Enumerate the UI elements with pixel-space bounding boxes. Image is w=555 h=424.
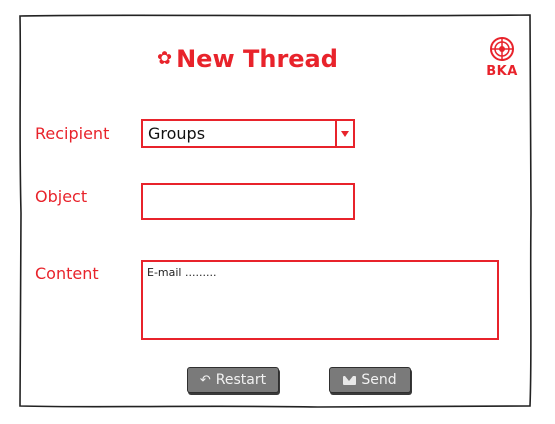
envelope-icon xyxy=(343,375,357,385)
send-button[interactable]: Send xyxy=(329,367,411,393)
globe-icon xyxy=(490,37,514,61)
bird-icon: ✿ xyxy=(157,48,173,69)
bka-logo: BKA xyxy=(482,36,522,84)
object-input[interactable] xyxy=(141,183,355,220)
recipient-select[interactable]: Groups xyxy=(141,119,355,148)
object-label: Object xyxy=(35,187,88,206)
page-title: New Thread xyxy=(176,45,338,73)
content-label: Content xyxy=(35,264,99,283)
logo-text: BKA xyxy=(486,64,518,79)
restart-button[interactable]: ↶ Restart xyxy=(187,367,279,393)
restart-button-label: Restart xyxy=(215,372,267,388)
dropdown-toggle[interactable] xyxy=(335,121,353,146)
send-button-label: Send xyxy=(361,372,397,388)
recipient-label: Recipient xyxy=(35,124,110,143)
recipient-selected-value: Groups xyxy=(148,124,206,143)
content-textarea[interactable]: E-mail ......... xyxy=(141,260,499,340)
page-title-group: ✿ New Thread xyxy=(157,44,338,74)
chevron-down-icon xyxy=(341,130,349,137)
undo-icon: ↶ xyxy=(199,372,211,388)
